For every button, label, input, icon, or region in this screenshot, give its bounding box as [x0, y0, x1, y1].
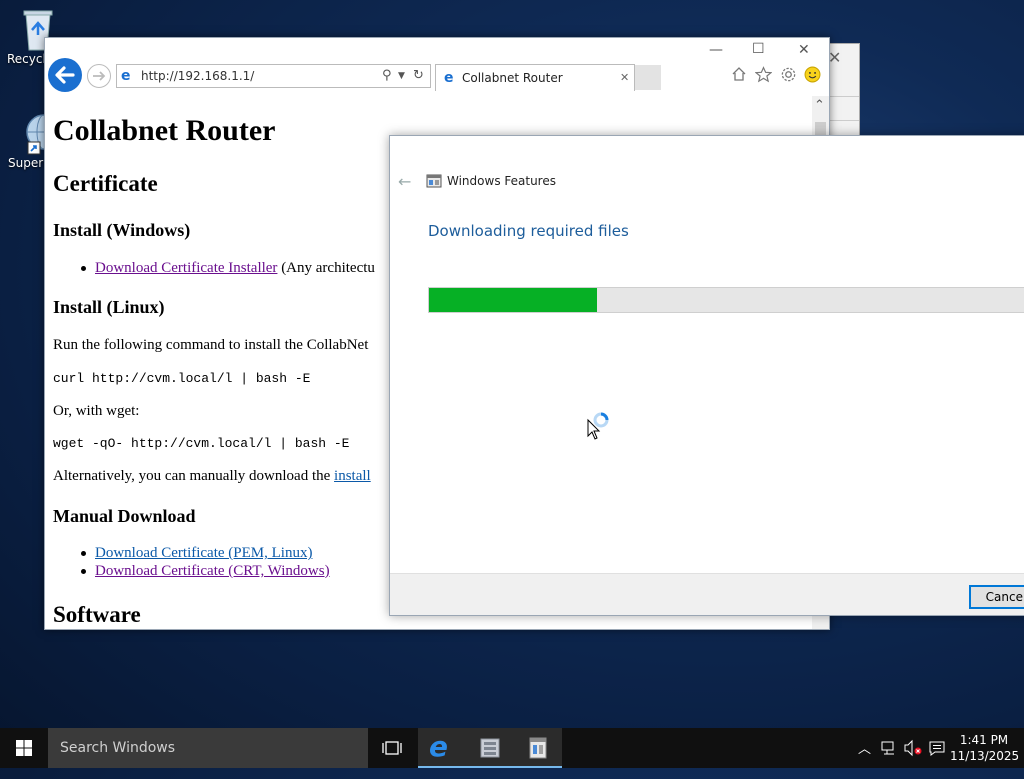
dialog-footer: Cancel — [390, 573, 1024, 615]
page-title: Collabnet Router — [53, 114, 276, 147]
section-heading-certificate: Certificate — [53, 171, 158, 196]
dropdown-icon[interactable]: ▼ — [398, 65, 405, 87]
new-tab-button[interactable] — [635, 65, 661, 90]
windows-logo-icon — [16, 740, 32, 756]
network-icon[interactable] — [880, 739, 898, 779]
alternative-text: Alternatively, you can manually download… — [53, 468, 371, 485]
download-progress-bar — [428, 287, 1024, 313]
volume-muted-icon[interactable] — [903, 739, 923, 779]
task-view-icon — [382, 741, 402, 755]
ie-tab-icon: e — [444, 70, 454, 86]
show-hidden-icons-chevron-icon[interactable]: ︿ — [858, 738, 871, 778]
mouse-cursor-busy — [587, 412, 613, 446]
taskbar-app-internet-explorer[interactable]: e — [418, 728, 466, 768]
favorites-star-icon[interactable] — [754, 66, 773, 87]
tab-close-icon[interactable]: ✕ — [620, 65, 629, 91]
server-manager-icon — [480, 738, 500, 758]
curl-command: curl http://cvm.local/l | bash -E — [53, 371, 311, 386]
arrow-right-icon — [93, 71, 106, 81]
section-heading-software: Software — [53, 602, 141, 627]
link-suffix-text: (Any architectu — [277, 260, 375, 276]
internet-explorer-icon: e — [429, 730, 448, 763]
browser-toolbar: — ☐ ✕ e http://192.168.1.1/ ⚲ ▼ ↻ e Coll… — [45, 38, 829, 96]
gear-icon[interactable] — [780, 66, 797, 87]
section-heading-manual-download: Manual Download — [53, 506, 196, 526]
forward-button[interactable] — [87, 64, 111, 88]
cancel-button[interactable]: Cancel — [969, 585, 1024, 609]
start-button[interactable] — [0, 728, 48, 768]
scroll-up-icon[interactable]: ⌃ — [814, 98, 825, 113]
bullet — [81, 569, 86, 575]
download-installer-link[interactable]: Download Certificate Installer — [95, 260, 277, 276]
search-placeholder: Search Windows — [60, 740, 176, 756]
arrow-left-icon — [55, 66, 75, 84]
progress-fill — [429, 288, 597, 312]
bullet — [81, 266, 86, 272]
taskbar-app-server-manager[interactable] — [466, 728, 514, 768]
list-item: Download Certificate Installer (Any arch… — [81, 260, 375, 277]
list-item: Download Certificate (PEM, Linux) — [81, 545, 312, 562]
windows-features-icon — [426, 173, 442, 193]
action-center-icon[interactable] — [928, 739, 946, 779]
close-icon[interactable]: ✕ — [828, 48, 841, 67]
search-box[interactable]: Search Windows — [48, 728, 368, 768]
section-heading-install-linux: Install (Linux) — [53, 297, 165, 317]
maximize-button[interactable]: ☐ — [752, 41, 765, 57]
windows-features-dialog[interactable]: ← Windows Features Downloading required … — [389, 135, 1024, 616]
taskbar-app-windows-features[interactable] — [514, 728, 562, 768]
download-pem-link[interactable]: Download Certificate (PEM, Linux) — [95, 545, 312, 561]
tab-title: Collabnet Router — [462, 71, 563, 85]
windows-features-taskbar-icon — [529, 737, 547, 759]
wget-intro-text: Or, with wget: — [53, 403, 140, 419]
refresh-icon[interactable]: ↻ — [413, 65, 424, 87]
clock-time: 1:41 PM — [959, 733, 1009, 747]
taskbar: Search Windows e ︿ 1:41 PM 11/13/2025 — [0, 728, 1024, 768]
home-icon[interactable] — [731, 66, 747, 86]
smiley-feedback-icon[interactable] — [804, 66, 821, 87]
list-item: Download Certificate (CRT, Windows) — [81, 563, 330, 580]
minimize-button[interactable]: — — [709, 42, 723, 58]
close-button[interactable]: ✕ — [798, 42, 810, 58]
back-button[interactable] — [48, 58, 82, 92]
linux-instruction-text: Run the following command to install the… — [53, 337, 369, 353]
install-script-link[interactable]: install — [334, 468, 371, 484]
tab-collabnet-router[interactable]: e Collabnet Router ✕ — [435, 64, 635, 91]
ie-page-icon: e — [121, 68, 131, 84]
download-crt-link[interactable]: Download Certificate (CRT, Windows) — [95, 563, 330, 579]
wget-command: wget -qO- http://cvm.local/l | bash -E — [53, 436, 350, 451]
section-heading-install-windows: Install (Windows) — [53, 220, 191, 240]
search-icon[interactable]: ⚲ — [382, 65, 392, 87]
clock-date: 11/13/2025 — [950, 749, 1020, 763]
back-arrow-icon[interactable]: ← — [398, 172, 411, 191]
dialog-title: Windows Features — [447, 174, 556, 188]
task-view-button[interactable] — [368, 728, 416, 768]
dialog-heading: Downloading required files — [428, 222, 629, 240]
address-bar[interactable]: e http://192.168.1.1/ ⚲ ▼ ↻ — [116, 64, 431, 88]
bullet — [81, 551, 86, 557]
address-url: http://192.168.1.1/ — [141, 69, 255, 83]
alternative-text-body: Alternatively, you can manually download… — [53, 468, 335, 484]
system-clock[interactable]: 1:41 PM 11/13/2025 — [950, 732, 1020, 764]
